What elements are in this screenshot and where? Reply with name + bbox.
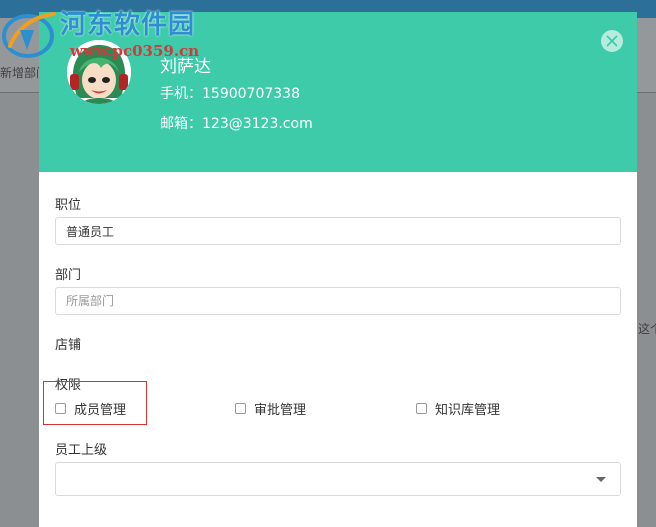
department-label: 部门 [55, 268, 82, 283]
logo-icon [2, 12, 56, 58]
member-management-checkbox[interactable] [55, 402, 66, 414]
background-text: 这个 [638, 322, 656, 336]
permission-knowledge-base-management[interactable]: 知识库管理 [416, 399, 501, 418]
supervisor-select[interactable] [55, 462, 621, 496]
employee-detail-modal: 刘萨达 手机：15900707338 邮箱：123@3123.com 职位 部门… [39, 12, 637, 527]
user-email: 邮箱：123@3123.com [160, 116, 313, 132]
member-management-label: 成员管理 [74, 402, 127, 418]
watermark-url: www.pc0359.cn [70, 42, 200, 60]
approval-management-label: 审批管理 [254, 402, 307, 418]
close-button[interactable] [601, 30, 623, 52]
close-icon [606, 35, 618, 47]
approval-management-checkbox[interactable] [235, 402, 246, 414]
permission-approval-management[interactable]: 审批管理 [235, 399, 307, 418]
user-phone: 手机：15900707338 [160, 86, 300, 102]
watermark-site-name: 河东软件园 [60, 10, 196, 40]
department-input[interactable] [55, 287, 621, 315]
knowledge-base-management-checkbox[interactable] [416, 402, 427, 414]
position-label: 职位 [55, 198, 82, 213]
chevron-down-icon [596, 477, 606, 482]
knowledge-base-management-label: 知识库管理 [435, 402, 501, 418]
position-input[interactable] [55, 217, 621, 245]
permission-member-management[interactable]: 成员管理 [55, 399, 127, 418]
supervisor-label: 员工上级 [55, 443, 108, 458]
store-label: 店铺 [55, 338, 82, 353]
